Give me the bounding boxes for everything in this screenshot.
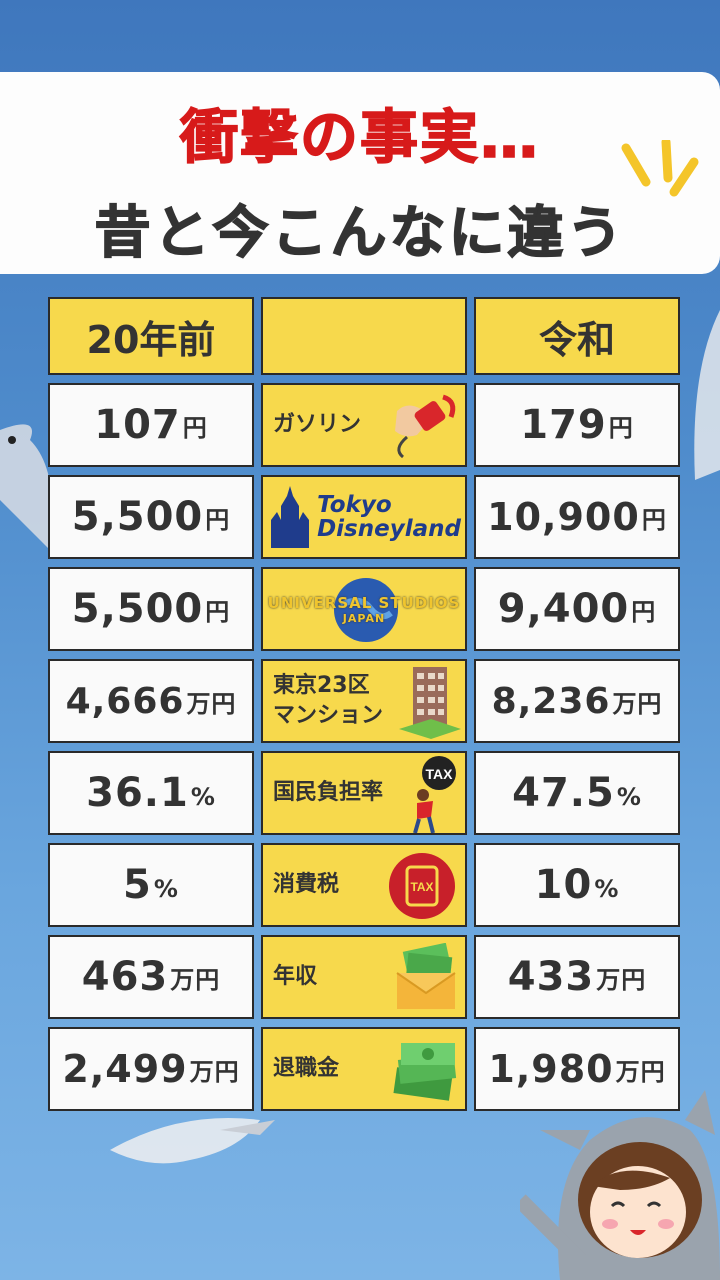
emphasis-sparkle-icon: [621, 140, 699, 197]
table-row-item: ガソリン: [261, 383, 467, 467]
column-header-past: 20年前: [48, 297, 254, 375]
table-row-past-value: 5,500 円: [48, 567, 254, 651]
table-row-reiwa-value: 10%: [474, 843, 680, 927]
item-label: 消費税: [273, 872, 340, 897]
svg-text:TAX: TAX: [426, 766, 454, 782]
table-row-past-value: 463 万円: [48, 935, 254, 1019]
money-envelope-icon: [396, 943, 456, 1009]
fuel-nozzle-icon: [395, 394, 456, 459]
item-label: 東京23区 マンション: [273, 673, 384, 728]
table-row-reiwa-value: 8,236 万円: [474, 659, 680, 743]
table-row-past-value: 36.1%: [48, 751, 254, 835]
item-label: 国民負担率: [273, 780, 384, 805]
column-header-item: [261, 297, 467, 375]
table-row-past-value: 4,666 万円: [48, 659, 254, 743]
headline-shocking-fact: 衝撃の事実…: [179, 102, 540, 172]
table-row-reiwa-value: 9,400 円: [474, 567, 680, 651]
cash-stack-icon: [393, 1043, 457, 1101]
usj-globe-logo: UNIVERSAL STUDIOS JAPAN: [261, 567, 467, 651]
item-label: ガソリン: [273, 412, 362, 437]
mascot-character-icon: [520, 1090, 720, 1280]
apartment-building-icon: [399, 667, 461, 739]
table-row-past-value: 2,499 万円: [48, 1027, 254, 1111]
table-row-item: 東京23区 マンション: [261, 659, 467, 743]
seagull-right-icon: [694, 310, 720, 480]
tax-stamp-icon: TAX: [389, 853, 455, 919]
column-header-reiwa: 令和: [474, 297, 680, 375]
table-row-past-value: 5%: [48, 843, 254, 927]
tax-burden-icon: TAX: [413, 756, 456, 833]
header-card: 衝撃の事実… 昔と今こんなに違う: [0, 72, 720, 274]
table-row-item: 年収: [261, 935, 467, 1019]
table-row-reiwa-value: 179 円: [474, 383, 680, 467]
table-row-item: 退職金: [261, 1027, 467, 1111]
table-row-reiwa-value: 47.5%: [474, 751, 680, 835]
table-row-reiwa-value: 10,900 円: [474, 475, 680, 559]
item-label: 退職金: [273, 1056, 340, 1081]
svg-text:TAX: TAX: [410, 880, 433, 894]
table-row-item: 消費税 TAX: [261, 843, 467, 927]
table-row-past-value: 107 円: [48, 383, 254, 467]
item-label: 年収: [273, 964, 318, 989]
castle-icon: [271, 486, 310, 548]
table-row-item: 国民負担率 TAX: [261, 751, 467, 835]
table-row-past-value: 5,500 円: [48, 475, 254, 559]
table-row-reiwa-value: 433 万円: [474, 935, 680, 1019]
headline-comparison: 昔と今こんなに違う: [94, 200, 626, 267]
tokyo-disneyland-logo: Tokyo Disneyland: [261, 475, 467, 559]
